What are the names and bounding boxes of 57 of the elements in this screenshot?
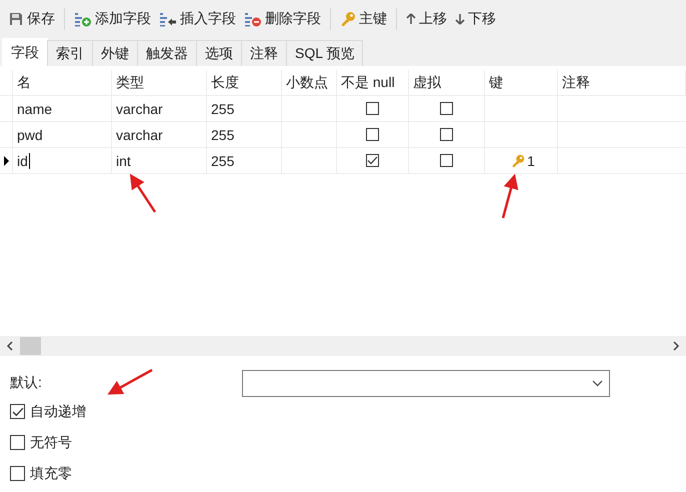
table-cell[interactable]: 255 <box>211 126 234 142</box>
annotation-arrow <box>107 368 153 395</box>
table-cell[interactable]: varchar <box>116 100 163 116</box>
checkbox-option[interactable]: 填充零 <box>10 458 676 489</box>
checkbox-option[interactable]: 无符号 <box>10 427 676 458</box>
checkbox[interactable] <box>366 102 379 115</box>
arrow-down-icon <box>455 13 465 25</box>
table-cell[interactable]: int <box>116 152 131 168</box>
column-header[interactable]: 不是 null <box>337 70 409 95</box>
default-dropdown[interactable] <box>242 370 610 396</box>
checkbox[interactable] <box>366 154 379 167</box>
key-order: 1 <box>527 152 535 168</box>
annotation-arrow <box>130 174 156 213</box>
table-cell[interactable]: id <box>17 152 28 168</box>
checkbox[interactable] <box>10 435 25 450</box>
list-plus-icon <box>74 11 92 27</box>
table-cell[interactable]: varchar <box>116 126 163 142</box>
column-header[interactable]: 键 <box>485 70 558 95</box>
column-header[interactable]: 长度 <box>207 70 282 95</box>
scroll-right-icon[interactable] <box>672 341 680 351</box>
table-cell[interactable]: name <box>17 100 52 116</box>
arrow-up-icon <box>406 13 416 25</box>
table-cell[interactable]: pwd <box>17 126 43 142</box>
text-cursor <box>28 152 30 168</box>
tab[interactable]: SQL 预览 <box>286 40 364 66</box>
column-header[interactable]: 注释 <box>558 70 686 95</box>
list-minus-icon <box>244 11 262 27</box>
checkbox-option[interactable]: 自动递增 <box>10 396 676 427</box>
checkbox[interactable] <box>10 466 25 481</box>
checkbox[interactable] <box>440 102 453 115</box>
tab[interactable]: 字段 <box>2 38 48 66</box>
scroll-left-icon[interactable] <box>6 341 14 351</box>
table-cell[interactable]: 255 <box>211 152 234 168</box>
column-header[interactable]: 名 <box>13 70 112 95</box>
column-header[interactable]: 类型 <box>112 70 207 95</box>
scroll-thumb[interactable] <box>20 337 41 355</box>
column-header[interactable]: 虚拟 <box>409 70 485 95</box>
key-icon <box>340 11 356 27</box>
key-button[interactable]: 主键 <box>336 8 391 30</box>
table-cell[interactable]: 255 <box>211 100 234 116</box>
checkbox[interactable] <box>366 128 379 141</box>
horizontal-scrollbar[interactable] <box>0 336 686 356</box>
checkbox[interactable] <box>440 128 453 141</box>
insert-button[interactable]: 插入字段 <box>155 8 240 30</box>
column-header[interactable]: 小数点 <box>282 70 337 95</box>
field-label: 默认: <box>10 374 42 392</box>
save-button[interactable]: 保存 <box>4 8 59 30</box>
list-insert-icon <box>159 11 177 27</box>
add-button[interactable]: 添加字段 <box>70 8 155 30</box>
checkbox[interactable] <box>440 154 453 167</box>
up-button[interactable]: 上移 <box>402 8 451 30</box>
chevron-down-icon <box>592 380 603 386</box>
down-button[interactable]: 下移 <box>451 8 500 30</box>
checkbox[interactable] <box>10 404 25 419</box>
annotation-arrow <box>502 174 518 218</box>
delete-button[interactable]: 删除字段 <box>240 8 325 30</box>
tab[interactable]: 索引 <box>47 40 93 66</box>
